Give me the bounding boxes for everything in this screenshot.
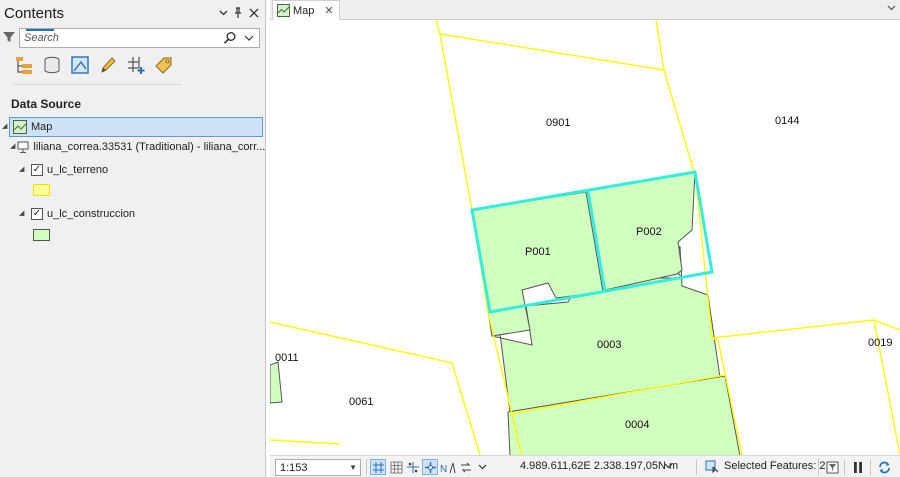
contents-header: Contents — [0, 0, 266, 26]
constraints-icon[interactable] — [405, 459, 421, 475]
list-by-drawing-order-icon[interactable] — [13, 54, 35, 76]
list-by-snapping-icon[interactable] — [125, 54, 147, 76]
scale-selector[interactable]: 1:153 ▼ — [275, 459, 361, 476]
layer-visibility-checkbox[interactable]: ✓ — [31, 208, 43, 220]
parcel-label-0019: 0019 — [868, 337, 892, 349]
tree-item-map[interactable]: ◢ Map — [2, 117, 263, 137]
tree-item-u-lc-construccion[interactable]: ◢ ✓ u_lc_construccion — [19, 204, 219, 224]
search-options-chevron-icon[interactable] — [243, 32, 255, 44]
close-pane-icon[interactable] — [247, 6, 261, 20]
north-arrow-icon[interactable]: N — [440, 459, 456, 475]
parcel-label-0144: 0144 — [775, 115, 799, 127]
layer-visibility-checkbox[interactable]: ✓ — [31, 164, 43, 176]
list-by-data-source-icon[interactable] — [41, 54, 63, 76]
coordinate-readout: 4.989.611,62E 2.338.197,05N m — [520, 460, 679, 472]
building-polygon-0011[interactable] — [270, 361, 283, 404]
pane-options-chevron-icon[interactable] — [216, 6, 230, 20]
contents-pane: Contents Search Data Source ◢ Map ◢ lili… — [0, 0, 266, 477]
parcel-label-P001: P001 — [525, 246, 551, 258]
refresh-rotation-icon[interactable] — [458, 459, 474, 475]
expand-arrow-icon[interactable]: ◢ — [19, 209, 29, 219]
pin-icon[interactable] — [231, 6, 245, 20]
pause-drawing-icon[interactable] — [850, 459, 866, 475]
toolbar-divider — [13, 84, 181, 85]
map-icon — [13, 120, 27, 134]
grid-toggle-icon[interactable] — [388, 459, 404, 475]
database-connection-icon — [17, 141, 29, 154]
view-tab-strip: Map ✕ — [270, 0, 900, 20]
tree-item-label: u_lc_terreno — [47, 164, 109, 176]
tree-item-label: liliana_correa.33531 (Traditional) - lil… — [33, 141, 266, 153]
status-divider — [844, 459, 845, 475]
options-chevron-icon[interactable] — [474, 459, 490, 475]
layer-filter-icon[interactable] — [824, 459, 840, 475]
tree-item-label: u_lc_construccion — [47, 208, 136, 220]
active-view-indicator — [26, 29, 54, 31]
status-divider — [366, 459, 367, 475]
tree-item-datasource[interactable]: ◢ liliana_correa.33531 (Traditional) - l… — [10, 137, 266, 157]
parcel-label-0004: 0004 — [625, 419, 649, 431]
terreno-symbol-swatch[interactable] — [33, 184, 50, 196]
section-title: Data Source — [11, 97, 82, 111]
list-by-editing-icon[interactable] — [97, 54, 119, 76]
snapping-toggle-icon[interactable] — [370, 459, 386, 475]
tab-map[interactable]: Map ✕ — [272, 0, 340, 20]
search-box — [19, 28, 260, 48]
tab-overflow-chevron-icon[interactable] — [887, 3, 896, 13]
parcel-label-P002: P002 — [636, 226, 662, 238]
status-divider — [696, 459, 697, 475]
selected-features-icon[interactable] — [704, 459, 720, 475]
construccion-symbol-swatch[interactable] — [33, 229, 50, 241]
filter-icon[interactable] — [2, 30, 16, 44]
map-panel: Map ✕ 0901 0144 P001 P002 0003 0011 0019… — [270, 0, 900, 477]
contents-title: Contents — [4, 5, 65, 22]
expand-arrow-icon[interactable]: ◢ — [19, 165, 29, 175]
coordinate-format-chevron-icon[interactable] — [664, 461, 673, 471]
parcel-label-0061: 0061 — [349, 396, 373, 408]
parcel-label-0003: 0003 — [597, 339, 621, 351]
status-divider — [870, 459, 871, 475]
refresh-icon[interactable] — [876, 459, 892, 475]
tree-item-label: Map — [31, 121, 53, 133]
map-canvas[interactable]: 0901 0144 P001 P002 0003 0011 0019 0061 … — [270, 20, 900, 455]
scale-chevron-icon[interactable]: ▼ — [349, 463, 357, 472]
contents-view-toolbar — [13, 54, 183, 80]
map-icon — [277, 4, 290, 17]
map-status-bar: 1:153 ▼ N 4.989.611,62E 2.338.197,05N m — [270, 455, 900, 477]
scale-value: 1:153 — [280, 462, 308, 474]
list-by-labeling-icon[interactable] — [153, 54, 175, 76]
list-by-selection-icon[interactable] — [69, 54, 91, 76]
parcel-label-0011: 0011 — [275, 352, 299, 364]
status-divider — [818, 459, 819, 475]
expand-arrow-icon[interactable]: ◢ — [2, 122, 12, 132]
parcel-label-0901: 0901 — [546, 117, 570, 129]
selected-features-count: Selected Features: 2 — [724, 460, 826, 472]
close-tab-icon[interactable]: ✕ — [324, 4, 333, 17]
search-input[interactable] — [24, 31, 214, 45]
tree-item-u-lc-terreno[interactable]: ◢ ✓ u_lc_terreno — [19, 160, 219, 180]
correction-toggle-icon[interactable] — [422, 459, 438, 475]
svg-text:N: N — [440, 464, 447, 474]
search-icon[interactable] — [223, 31, 237, 45]
tab-label: Map — [293, 4, 315, 17]
expand-arrow-icon[interactable]: ◢ — [10, 142, 15, 152]
